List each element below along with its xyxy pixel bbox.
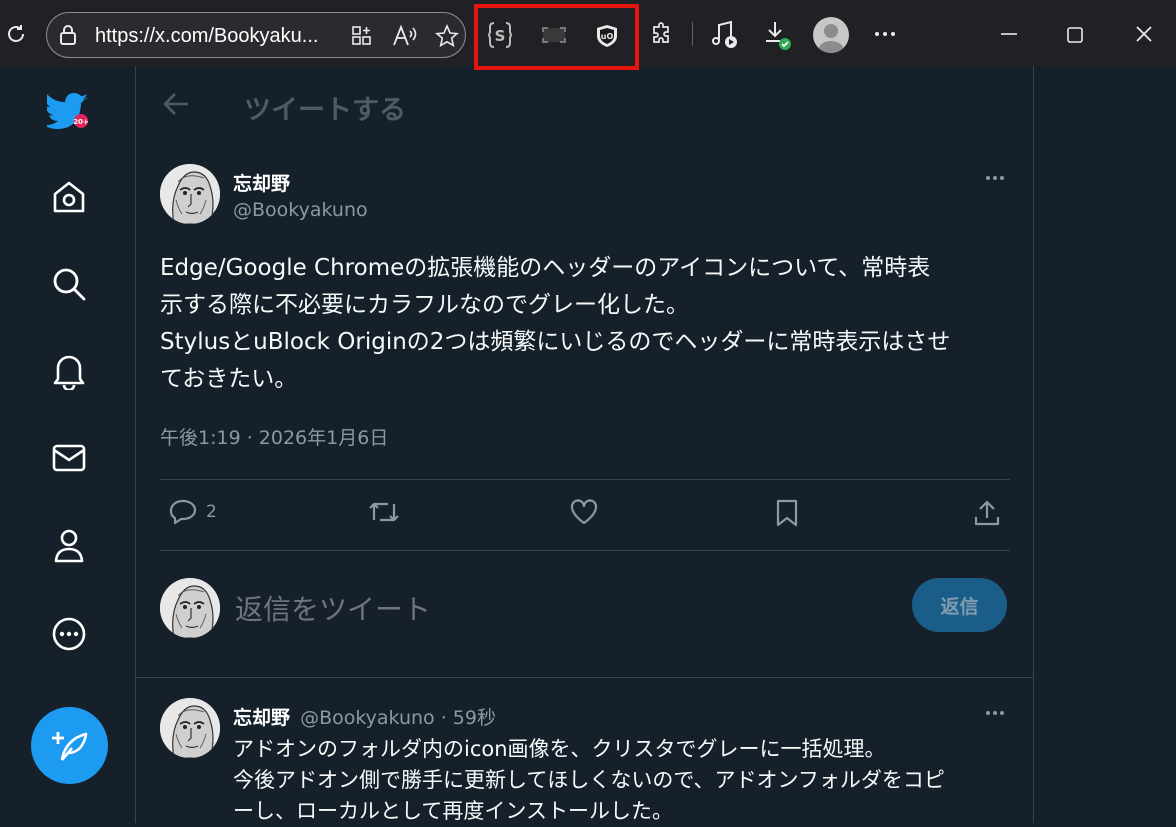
- right-background: [1034, 66, 1176, 823]
- like-action-button[interactable]: [569, 498, 599, 526]
- tweet-line: StylusとuBlock Originの2つは頻繁にいじるのでヘッダーに常時表…: [160, 329, 951, 355]
- notifications-bell-icon[interactable]: [44, 346, 94, 396]
- downloads-icon[interactable]: [762, 18, 794, 52]
- reply-author-avatar[interactable]: [160, 698, 220, 758]
- more-options-circle-icon[interactable]: [44, 609, 94, 659]
- tweet-line: Edge/Google Chromeの拡張機能のヘッダーのアイコンについて、常時…: [160, 255, 931, 281]
- reply-line: 今後アドオン側で勝手に更新してほしくないので、アドオンフォルダをコピ: [233, 768, 945, 792]
- media-control-icon[interactable]: [709, 18, 741, 50]
- tweet-detail-column: ツイートする 忘却野 @Bookyakuno Edge/Google Chrom…: [136, 66, 1034, 823]
- reply-body: アドオンのフォルダ内のicon画像を、クリスタでグレーに一括処理。 今後アドオン…: [233, 734, 1023, 827]
- read-aloud-icon[interactable]: [391, 23, 419, 49]
- tweet-line: 示する際に不必要にカラフルなのでグレー化した。: [160, 292, 689, 318]
- toolbar-separator: [692, 22, 693, 46]
- section-divider: [136, 677, 1033, 678]
- messages-envelope-icon[interactable]: [44, 433, 94, 483]
- twitter-logo-icon[interactable]: 20+: [44, 86, 94, 136]
- favorite-star-icon[interactable]: [433, 23, 461, 49]
- ublock-origin-extension-icon[interactable]: uO: [594, 22, 620, 50]
- page-title: ツイートする: [244, 95, 406, 126]
- retweet-icon: [369, 502, 399, 522]
- reply-input[interactable]: 返信をツイート: [235, 588, 431, 628]
- stylus-extension-icon[interactable]: S: [486, 20, 514, 50]
- retweet-action-button[interactable]: [367, 498, 401, 526]
- url-text[interactable]: https://x.com/Bookyaku...: [95, 25, 318, 48]
- like-heart-icon: [570, 499, 598, 525]
- screenshot-extension-icon[interactable]: [540, 22, 568, 48]
- author-name[interactable]: 忘却野: [233, 169, 290, 196]
- extensions-puzzle-icon[interactable]: [648, 20, 676, 48]
- author-handle[interactable]: @Bookyakuno: [233, 199, 368, 221]
- compose-feather-icon: [51, 731, 87, 761]
- compose-tweet-button[interactable]: [31, 707, 108, 784]
- reply-meta[interactable]: @Bookyakuno · 59秒: [300, 707, 496, 729]
- divider: [160, 550, 1010, 551]
- reply-author-name[interactable]: 忘却野: [233, 707, 290, 729]
- my-avatar[interactable]: [160, 578, 220, 638]
- share-upload-icon: [974, 500, 1000, 526]
- reply-more-icon[interactable]: [986, 711, 1004, 715]
- home-icon[interactable]: [44, 172, 94, 222]
- svg-text:S: S: [495, 27, 506, 45]
- reply-header: 忘却野 @Bookyakuno · 59秒: [233, 703, 496, 730]
- divider: [160, 479, 1010, 480]
- bookmark-action-button[interactable]: [774, 498, 800, 528]
- reply-line: ーし、ローカルとして再度インストールした。: [233, 799, 673, 823]
- tweet-more-icon[interactable]: [986, 176, 1004, 180]
- back-arrow-icon[interactable]: [162, 91, 190, 121]
- search-icon[interactable]: [44, 259, 94, 309]
- lock-icon[interactable]: [57, 24, 79, 46]
- more-menu-icon[interactable]: [870, 24, 900, 44]
- svg-text:uO: uO: [601, 32, 614, 41]
- svg-text:20+: 20+: [73, 118, 89, 126]
- reply-count: 2: [206, 502, 217, 522]
- minimize-icon[interactable]: [996, 24, 1022, 44]
- tweet-line: ておきたい。: [160, 366, 298, 392]
- bookmark-icon: [776, 499, 798, 527]
- tweet-body: Edge/Google Chromeの拡張機能のヘッダーのアイコンについて、常時…: [160, 250, 1010, 398]
- reply-line: アドオンのフォルダ内のicon画像を、クリスタでグレーに一括処理。: [233, 737, 886, 761]
- browser-toolbar: https://x.com/Bookyaku... S uO: [0, 0, 1176, 70]
- address-bar[interactable]: https://x.com/Bookyaku...: [46, 12, 466, 58]
- refresh-icon[interactable]: [2, 20, 30, 48]
- share-action-button[interactable]: [972, 498, 1002, 528]
- profile-icon[interactable]: [44, 521, 94, 571]
- author-avatar[interactable]: [160, 164, 220, 224]
- twitter-sidebar: 20+: [0, 66, 136, 823]
- close-icon[interactable]: [1132, 22, 1156, 46]
- reply-bubble-icon: [169, 499, 197, 525]
- maximize-icon[interactable]: [1063, 24, 1087, 46]
- reply-action-button[interactable]: 2: [168, 498, 217, 526]
- reply-submit-button[interactable]: 返信: [912, 578, 1007, 632]
- tweet-timestamp[interactable]: 午後1:19 · 2026年1月6日: [160, 423, 388, 450]
- profile-avatar[interactable]: [813, 17, 849, 53]
- add-tab-icon[interactable]: [349, 23, 375, 49]
